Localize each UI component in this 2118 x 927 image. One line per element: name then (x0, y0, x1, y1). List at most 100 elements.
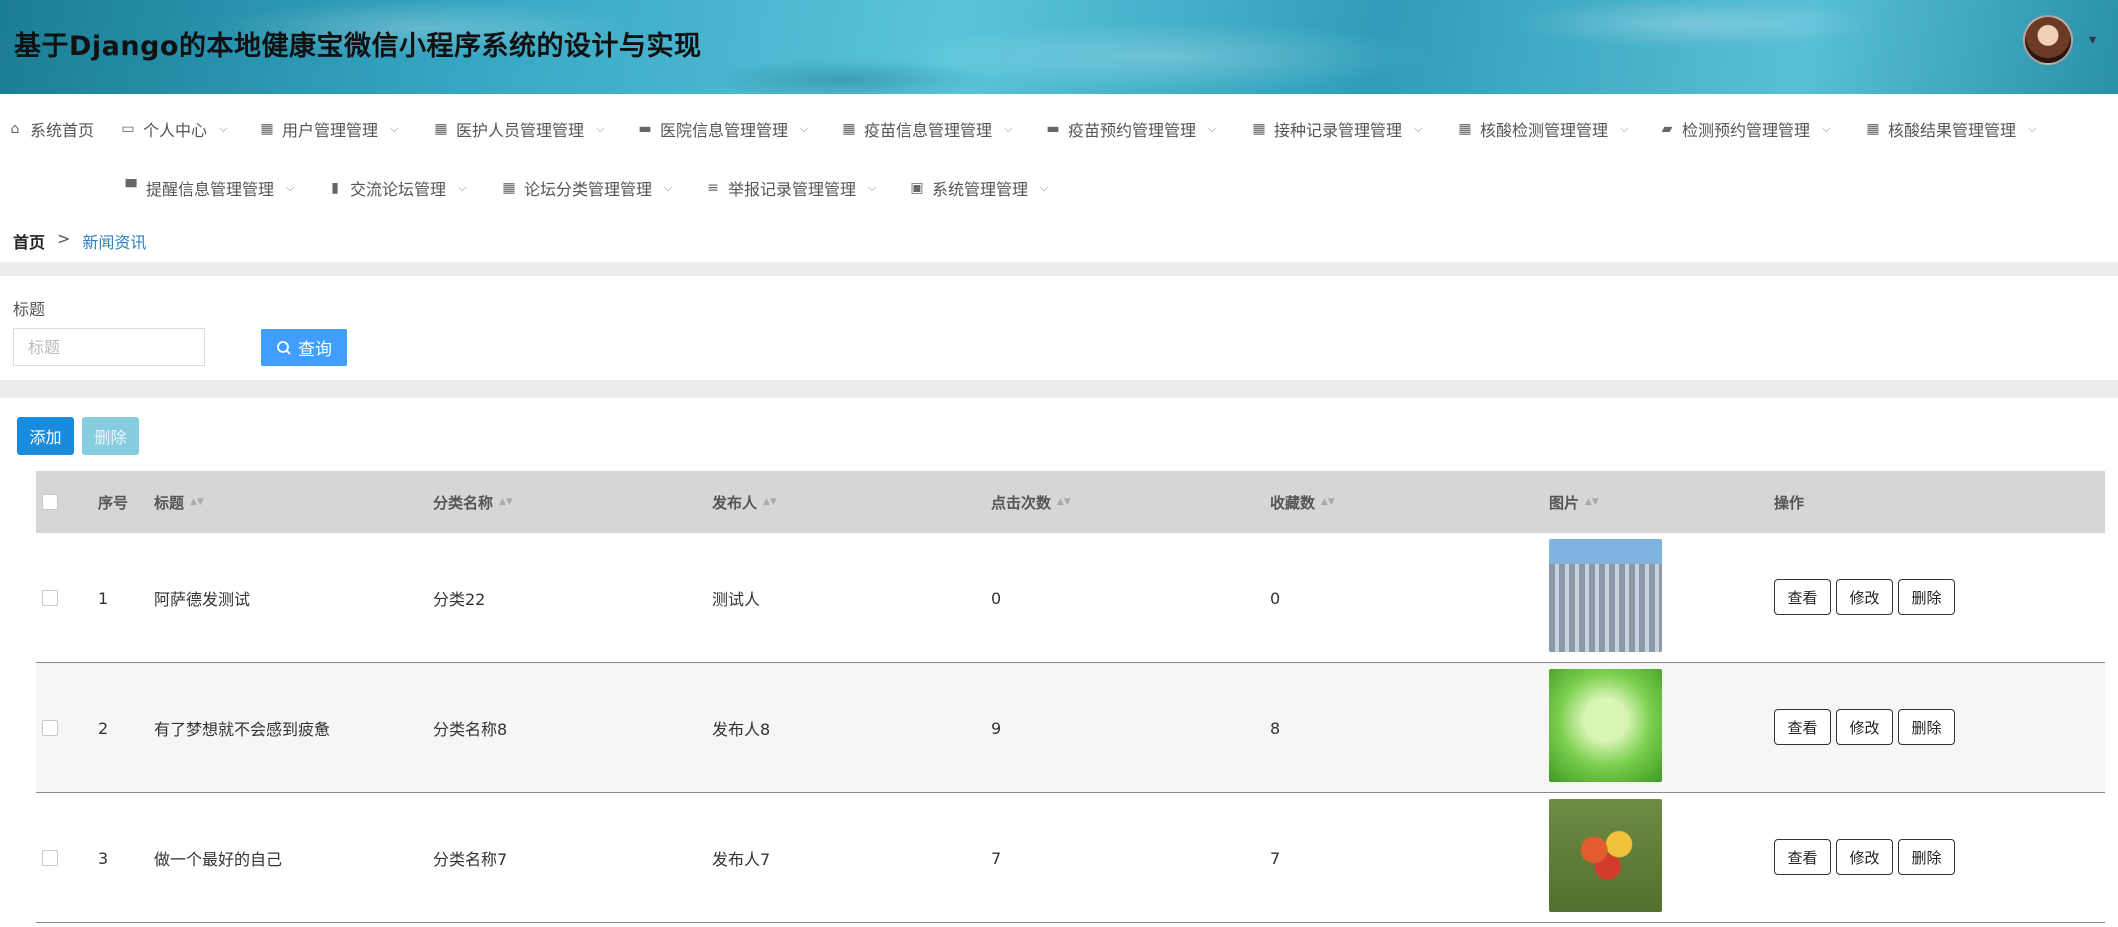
nav-item-report-record[interactable]: ≡ 举报记录管理管理 ⌵ (704, 177, 876, 199)
cell-title: 做一个最好的自己 (154, 850, 283, 869)
nav-item-user-management[interactable]: ▦ 用户管理管理 ⌵ (258, 118, 398, 140)
grid-icon: ▦ (1458, 121, 1472, 137)
grid-icon: ▦ (1866, 121, 1880, 137)
clipboard-icon: ▣ (910, 180, 924, 196)
cell-index: 2 (98, 718, 109, 738)
cell-category: 分类名称7 (433, 850, 508, 869)
edit-button[interactable]: 修改 (1836, 579, 1893, 615)
user-avatar[interactable] (2023, 15, 2073, 65)
search-title-label: 标题 (13, 300, 46, 319)
cell-clicks: 0 (991, 588, 1002, 608)
cell-clicks: 9 (991, 718, 1002, 738)
chevron-down-icon: ⌵ (868, 181, 877, 194)
chat-icon: ▬ (638, 121, 652, 137)
grid-icon: ▦ (842, 121, 856, 137)
breadcrumb-home[interactable]: 首页 (13, 229, 45, 253)
grid-icon: ▦ (260, 121, 274, 137)
grid-icon: ▦ (1252, 121, 1266, 137)
chevron-down-icon: ⌵ (1822, 122, 1831, 135)
sort-icon: ▲▼ (1057, 497, 1071, 507)
chevron-down-icon[interactable]: ▾ (2089, 32, 2096, 48)
column-actions: 操作 (1774, 493, 1805, 512)
nav-item-hospital-info[interactable]: ▬ 医院信息管理管理 ⌵ (636, 118, 808, 140)
chevron-down-icon: ⌵ (390, 122, 399, 135)
chevron-down-icon: ⌵ (2028, 122, 2037, 135)
column-category[interactable]: 分类名称 ▲▼ (433, 471, 513, 533)
nav-item-label: 提醒信息管理管理 (146, 180, 275, 199)
nav-item-label: 检测预约管理管理 (1682, 121, 1811, 140)
table-row: 2 有了梦想就不会感到疲惫 分类名称8 发布人8 9 8 查看 修改 删除 (36, 663, 2105, 793)
cell-publisher: 测试人 (712, 590, 761, 609)
grid-icon: ▦ (502, 180, 516, 196)
cell-publisher: 发布人7 (712, 850, 771, 869)
view-button[interactable]: 查看 (1774, 839, 1831, 875)
nav-item-system-management[interactable]: ▣ 系统管理管理 ⌵ (908, 177, 1048, 199)
column-favorites[interactable]: 收藏数 ▲▼ (1270, 471, 1335, 533)
nav-item-nucleic-result[interactable]: ▦ 核酸结果管理管理 ⌵ (1864, 118, 2036, 140)
news-thumbnail[interactable] (1549, 799, 1662, 912)
column-clicks[interactable]: 点击次数 ▲▼ (991, 471, 1071, 533)
delete-button[interactable]: 删除 (1898, 709, 1955, 745)
section-divider (0, 380, 2118, 398)
sort-icon: ▲▼ (763, 497, 777, 507)
view-button[interactable]: 查看 (1774, 579, 1831, 615)
cell-title: 有了梦想就不会感到疲惫 (154, 720, 331, 739)
id-card-icon: ▭ (121, 121, 135, 137)
select-all-checkbox[interactable] (42, 494, 58, 510)
add-button[interactable]: 添加 (17, 417, 74, 455)
cell-favorites: 0 (1270, 588, 1281, 608)
nav-item-forum-category[interactable]: ▦ 论坛分类管理管理 ⌵ (500, 177, 672, 199)
news-thumbnail[interactable] (1549, 539, 1662, 652)
column-index: 序号 (98, 493, 129, 512)
nav-item-label: 用户管理管理 (282, 121, 379, 140)
nav-item-test-appointment[interactable]: ▰ 检测预约管理管理 ⌵ (1658, 118, 1831, 140)
search-title-input[interactable] (13, 328, 205, 366)
row-checkbox[interactable] (42, 720, 58, 736)
nav-item-label: 核酸检测管理管理 (1480, 121, 1609, 140)
monitor-icon: ▬ (1046, 121, 1060, 137)
view-button[interactable]: 查看 (1774, 709, 1831, 745)
nav-item-forum[interactable]: ▮ 交流论坛管理 ⌵ (326, 177, 466, 199)
cell-index: 1 (98, 588, 109, 608)
edit-button[interactable]: 修改 (1836, 709, 1893, 745)
nav-item-reminder-info[interactable]: ▀ 提醒信息管理管理 ⌵ (122, 177, 295, 199)
top-nav: ⌂ 系统首页 ▭ 个人中心 ⌵ ▦ 用户管理管理 ⌵ ▦ 医护人员管理管理 ⌵ … (0, 106, 2118, 236)
column-title[interactable]: 标题 ▲▼ (154, 471, 204, 533)
news-table: 序号 标题 ▲▼ 分类名称 ▲▼ 发布人 ▲▼ 点击次数 ▲▼ 收藏数 ▲▼ 图片 ▲▼ 操… (36, 471, 2105, 923)
chevron-down-icon: ⌵ (664, 181, 673, 194)
chevron-down-icon: ⌵ (1620, 122, 1629, 135)
nav-item-label: 医院信息管理管理 (660, 121, 789, 140)
cell-favorites: 8 (1270, 718, 1281, 738)
brush-icon: ▀ (125, 180, 137, 196)
ticket-icon: ▰ (1661, 121, 1673, 137)
nav-item-medical-staff[interactable]: ▦ 医护人员管理管理 ⌵ (432, 118, 604, 140)
table-header: 序号 标题 ▲▼ 分类名称 ▲▼ 发布人 ▲▼ 点击次数 ▲▼ 收藏数 ▲▼ 图片 ▲▼ 操… (36, 471, 2105, 533)
cell-publisher: 发布人8 (712, 720, 771, 739)
nav-item-vaccine-info[interactable]: ▦ 疫苗信息管理管理 ⌵ (840, 118, 1012, 140)
search-icon (277, 340, 291, 355)
column-image[interactable]: 图片 ▲▼ (1549, 471, 1599, 533)
row-checkbox[interactable] (42, 850, 58, 866)
nav-item-personal-center[interactable]: ▭ 个人中心 ⌵ (119, 118, 227, 140)
batch-delete-button[interactable]: 删除 (82, 417, 139, 455)
nav-item-home[interactable]: ⌂ 系统首页 (6, 118, 94, 140)
nav-item-vaccination-record[interactable]: ▦ 接种记录管理管理 ⌵ (1250, 118, 1422, 140)
row-checkbox[interactable] (42, 590, 58, 606)
chevron-down-icon: ⌵ (800, 122, 809, 135)
delete-button[interactable]: 删除 (1898, 839, 1955, 875)
breadcrumb-current: 新闻资讯 (82, 233, 147, 252)
sliders-icon: ≡ (707, 180, 719, 196)
delete-button[interactable]: 删除 (1898, 579, 1955, 615)
nav-item-label: 接种记录管理管理 (1274, 121, 1403, 140)
sort-icon: ▲▼ (499, 497, 513, 507)
chevron-down-icon: ⌵ (1040, 181, 1049, 194)
news-thumbnail[interactable] (1549, 669, 1662, 782)
cell-index: 3 (98, 848, 109, 868)
search-button[interactable]: 查询 (261, 329, 347, 366)
edit-button[interactable]: 修改 (1836, 839, 1893, 875)
nav-item-vaccine-appointment[interactable]: ▬ 疫苗预约管理管理 ⌵ (1044, 118, 1216, 140)
nav-item-label: 交流论坛管理 (350, 180, 447, 199)
column-publisher[interactable]: 发布人 ▲▼ (712, 471, 777, 533)
nav-item-nucleic-test[interactable]: ▦ 核酸检测管理管理 ⌵ (1456, 118, 1628, 140)
app-header: 基于Django的本地健康宝微信小程序系统的设计与实现 ▾ (0, 0, 2118, 94)
